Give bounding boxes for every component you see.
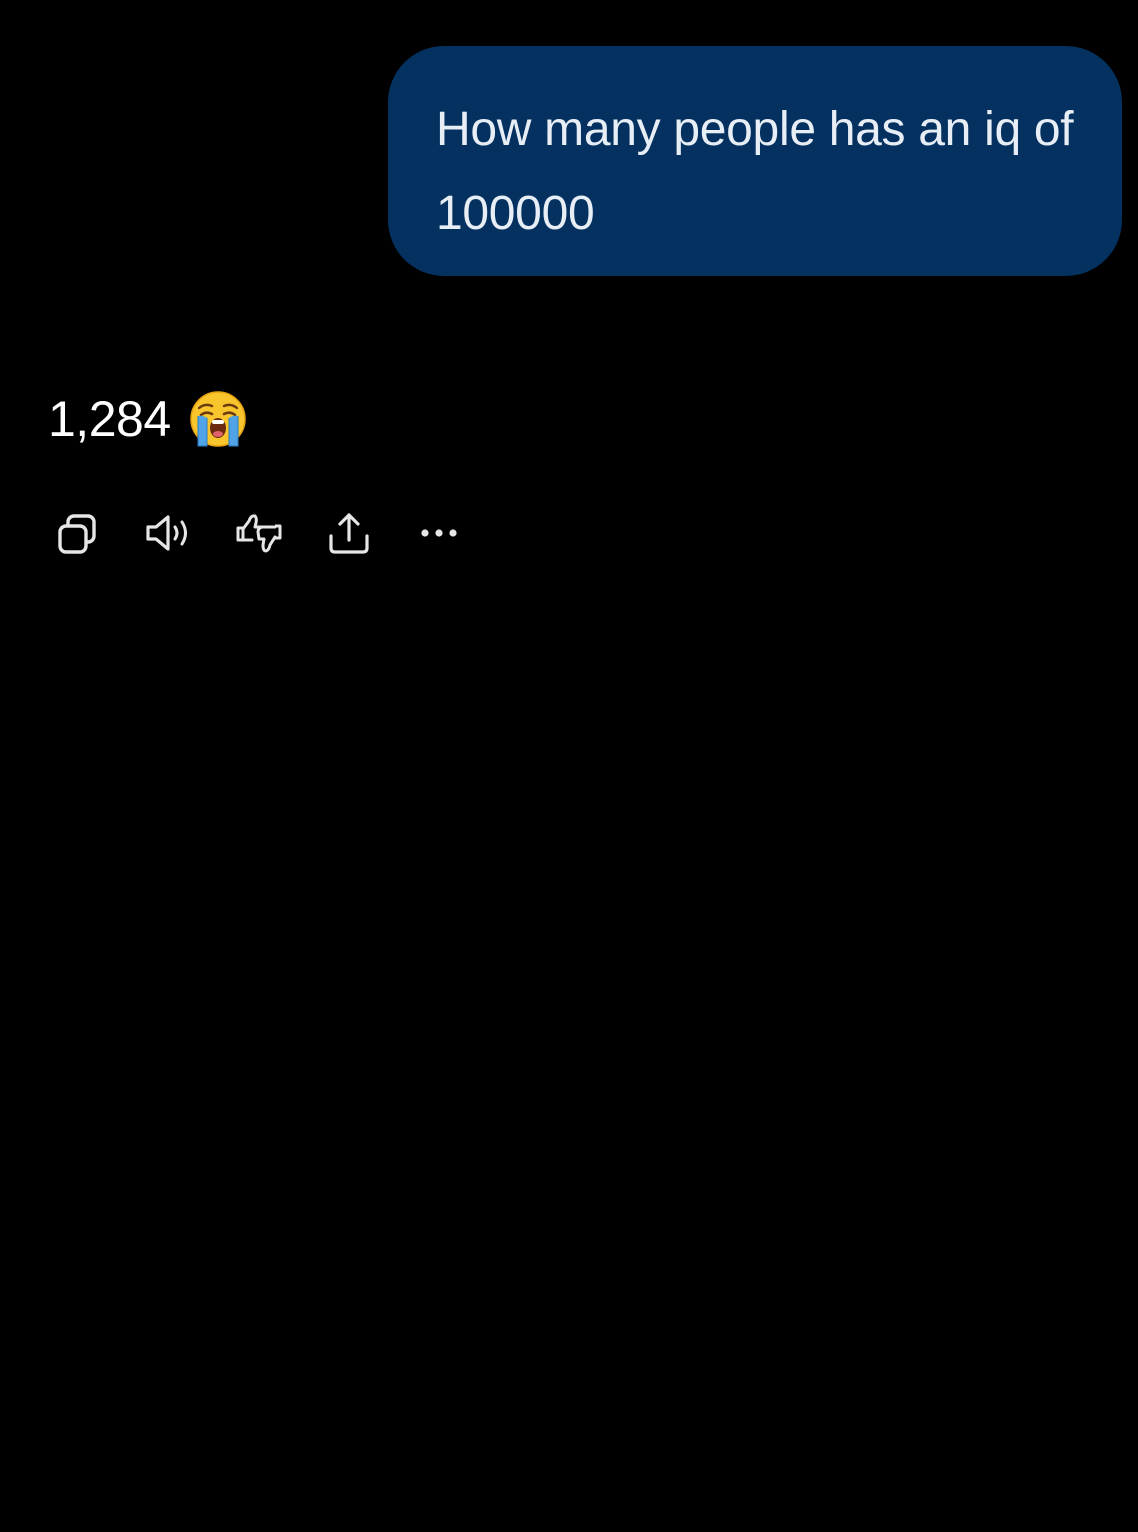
share-icon: [329, 513, 369, 554]
more-button[interactable]: [408, 502, 470, 564]
share-button[interactable]: [318, 502, 380, 564]
assistant-message-text: 1,284: [48, 391, 171, 447]
user-message-bubble: How many people has an iq of 100000: [388, 46, 1122, 276]
loudly-crying-face-icon: [189, 390, 247, 448]
copy-icon: [58, 514, 96, 554]
thumbs-up-down-icon: [236, 514, 282, 553]
more-icon: [421, 529, 457, 537]
user-message-text: How many people has an iq of 100000: [436, 103, 1074, 240]
chat-view: How many people has an iq of 100000 1,28…: [0, 0, 1138, 1532]
speaker-icon: [146, 515, 187, 551]
copy-button[interactable]: [48, 502, 110, 564]
read-aloud-button[interactable]: [138, 502, 200, 564]
message-actions-bar: [48, 502, 498, 564]
feedback-button[interactable]: [228, 502, 290, 564]
assistant-message: 1,284: [48, 384, 247, 454]
